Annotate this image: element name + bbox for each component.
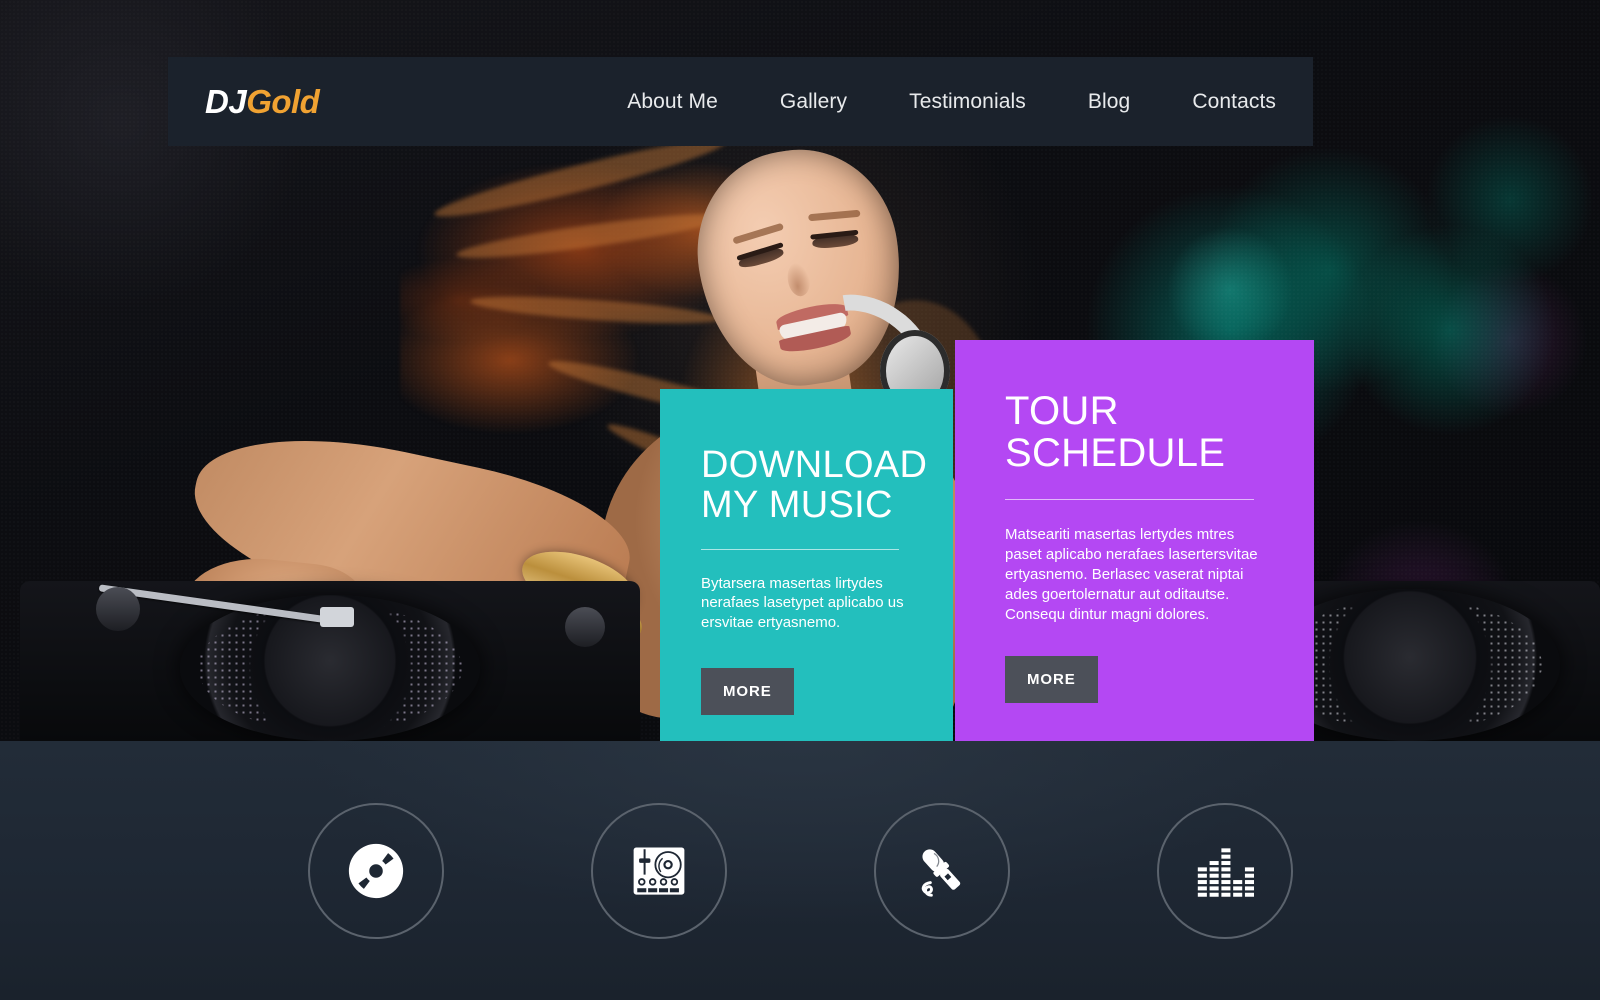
promo-title-download-music: DOWNLOAD MY MUSIC xyxy=(701,445,953,526)
promo-body-download-music: Bytarsera masertas lirtydes nerafaes las… xyxy=(701,574,904,632)
feature-item-microphone[interactable] xyxy=(873,802,1010,939)
feature-item-vinyl-disc[interactable] xyxy=(307,802,444,939)
logo-text-primary: DJ xyxy=(205,83,247,120)
dj-brow xyxy=(732,222,785,245)
site-logo[interactable]: DJGold xyxy=(205,83,320,120)
feature-item-turntable[interactable] xyxy=(590,802,727,939)
nav-item-about-me[interactable]: About Me xyxy=(627,90,718,114)
site-header: DJGold About Me Gallery Testimonials Blo… xyxy=(168,57,1313,146)
feature-item-equalizer[interactable] xyxy=(1156,802,1293,939)
promo-title-line-2: MY MUSIC xyxy=(701,484,893,527)
turntable-mixer-icon xyxy=(630,842,688,900)
promo-panel-download-music[interactable]: DOWNLOAD MY MUSIC Bytarsera masertas lir… xyxy=(660,389,953,741)
promo-title-tour-schedule: TOUR SCHEDULE xyxy=(1005,390,1314,475)
page-root: DOWNLOAD MY MUSIC Bytarsera masertas lir… xyxy=(0,0,1600,1000)
promo-body-tour-schedule: Matseariti masertas lertydes mtres paset… xyxy=(1005,525,1258,623)
nav-item-testimonials[interactable]: Testimonials xyxy=(909,90,1026,114)
microphone-icon xyxy=(911,840,973,902)
dj-brow xyxy=(808,209,861,222)
promo-panel-tour-schedule[interactable]: TOUR SCHEDULE Matseariti masertas lertyd… xyxy=(955,340,1314,741)
promo-title-line-1: TOUR xyxy=(1005,389,1119,433)
features-strip xyxy=(0,741,1600,1000)
more-button-tour-schedule[interactable]: MORE xyxy=(1005,656,1098,704)
more-button-download-music[interactable]: MORE xyxy=(701,668,794,716)
promo-divider xyxy=(1005,498,1254,500)
turntable-left xyxy=(20,581,640,741)
dj-nose xyxy=(785,260,813,298)
turntable-knob xyxy=(565,607,605,647)
logo-text-accent: Gold xyxy=(246,83,320,120)
equalizer-icon xyxy=(1196,842,1254,900)
tonearm-cartridge xyxy=(320,607,354,627)
platter-texture xyxy=(1278,598,1542,732)
nav-item-contacts[interactable]: Contacts xyxy=(1192,90,1276,114)
turntable-right xyxy=(1260,581,1600,741)
nav-item-blog[interactable]: Blog xyxy=(1088,90,1130,114)
promo-title-line-1: DOWNLOAD xyxy=(701,444,928,486)
tonearm-pivot xyxy=(96,587,140,631)
main-navigation: About Me Gallery Testimonials Blog Conta… xyxy=(627,90,1313,114)
nav-item-gallery[interactable]: Gallery xyxy=(780,90,847,114)
vinyl-disc-icon xyxy=(345,840,407,902)
promo-title-line-2: SCHEDULE xyxy=(1005,431,1226,476)
promo-divider xyxy=(701,548,899,550)
